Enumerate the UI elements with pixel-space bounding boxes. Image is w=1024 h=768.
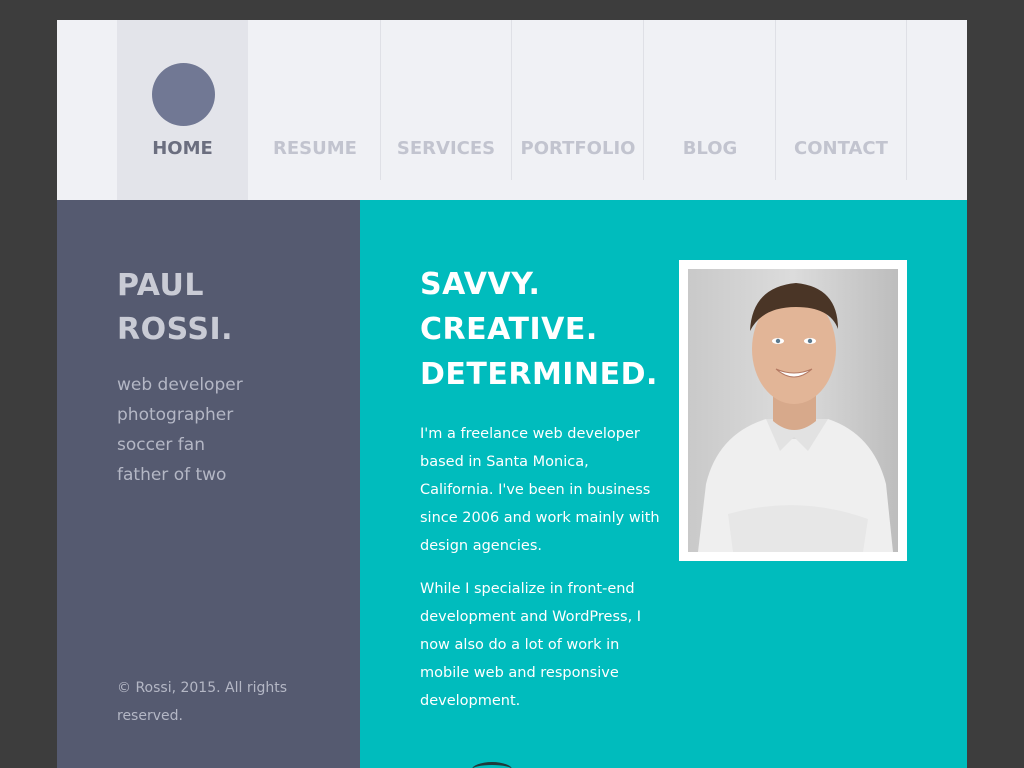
page-frame: HOME RESUME SERVICES PORTFOLIO BLOG CONT… [57, 20, 967, 768]
profile-first-name: PAUL [117, 268, 205, 303]
role-item: soccer fan [117, 435, 205, 455]
nav-item-resume[interactable]: RESUME [250, 20, 381, 180]
role-list: web developer photographer soccer fan fa… [117, 370, 243, 490]
profile-photo [679, 260, 907, 561]
profile-last-name: ROSSI. [117, 312, 234, 347]
nav-item-home[interactable]: HOME [117, 20, 248, 200]
headline-line: DETERMINED. [420, 357, 658, 392]
nav-label: BLOG [682, 138, 738, 159]
intro-section: SAVVY. CREATIVE. DETERMINED. I'm a freel… [360, 200, 967, 768]
nav-label: SERVICES [396, 138, 496, 159]
nav-label: CONTACT [794, 138, 888, 159]
headline-line: CREATIVE. [420, 312, 598, 347]
main-nav: HOME RESUME SERVICES PORTFOLIO BLOG CONT… [57, 20, 967, 200]
nav-item-portfolio[interactable]: PORTFOLIO [513, 20, 644, 180]
nav-label: RESUME [273, 138, 357, 159]
intro-paragraph: I'm a freelance web developer based in S… [420, 426, 660, 554]
nav-label: PORTFOLIO [520, 138, 636, 159]
profile-sidebar: PAUL ROSSI. web developer photographer s… [57, 200, 360, 768]
headline-line: SAVVY. [420, 267, 541, 302]
role-item: father of two [117, 465, 227, 485]
nav-item-blog[interactable]: BLOG [645, 20, 776, 180]
nav-label: HOME [152, 138, 213, 159]
copyright-text: © Rossi, 2015. All rights reserved. [117, 680, 288, 724]
role-item: photographer [117, 405, 234, 425]
partial-icon [472, 762, 512, 768]
role-item: web developer [117, 375, 243, 395]
nav-item-contact[interactable]: CONTACT [776, 20, 907, 180]
nav-item-services[interactable]: SERVICES [381, 20, 512, 180]
home-dot-icon [152, 63, 215, 126]
headline: SAVVY. CREATIVE. DETERMINED. [420, 262, 658, 397]
portrait-image [688, 269, 898, 552]
profile-name: PAUL ROSSI. [117, 264, 233, 352]
specialty-paragraph: While I specialize in front-end developm… [420, 581, 642, 709]
